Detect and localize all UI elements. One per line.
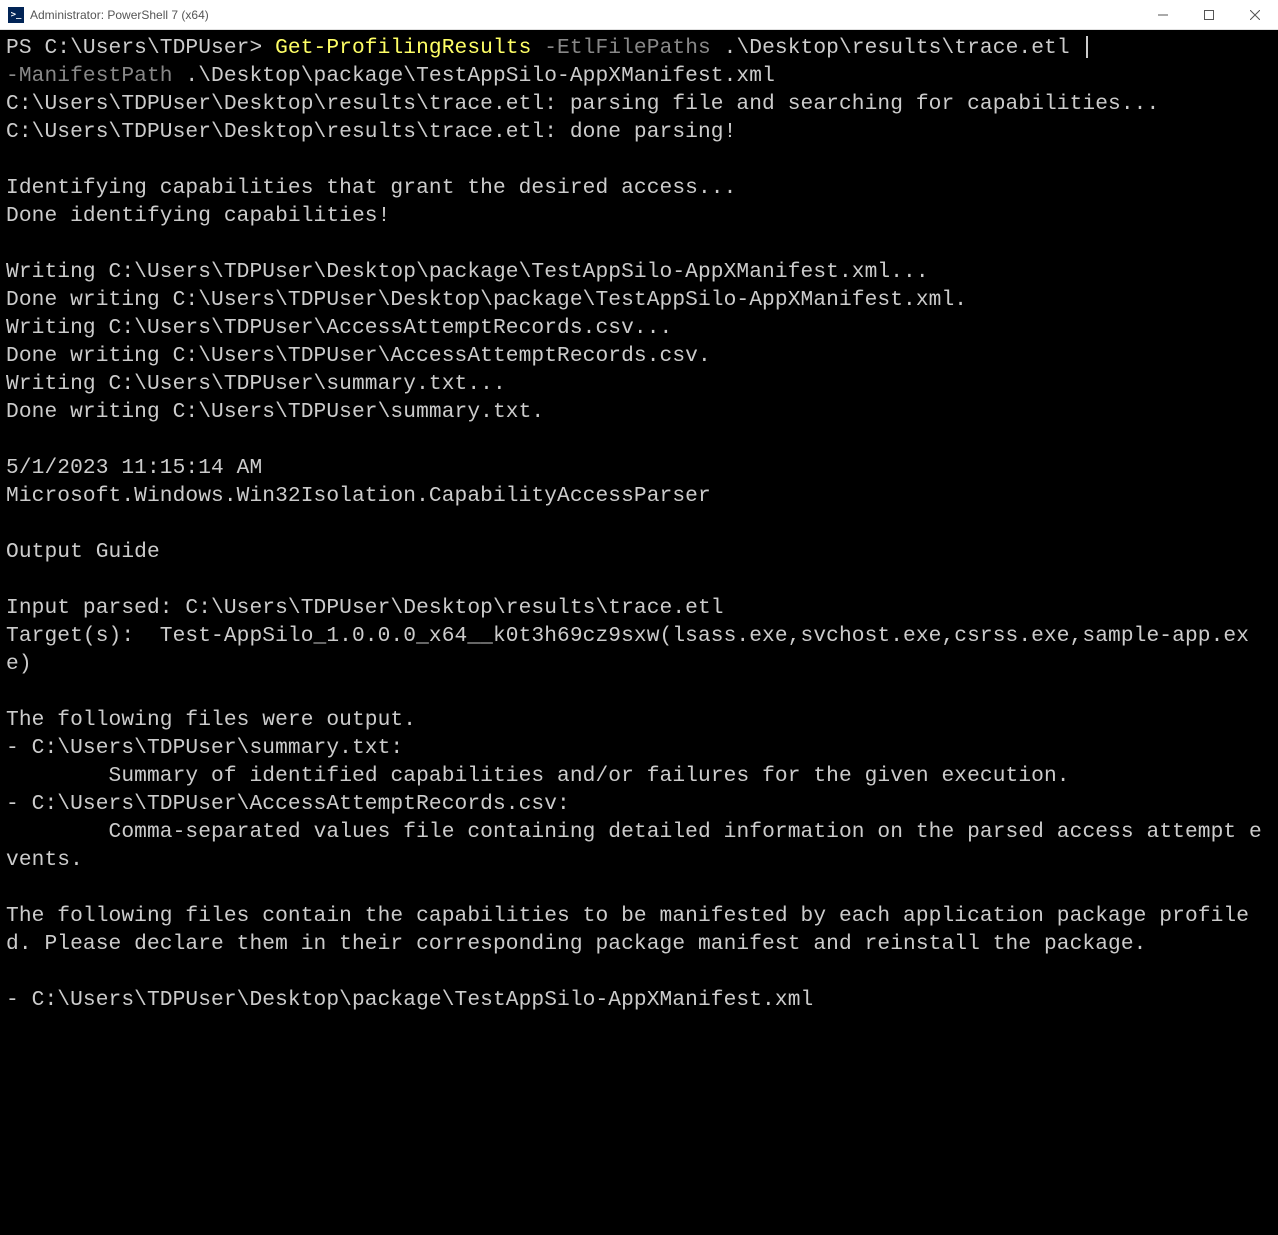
titlebar[interactable]: >_ Administrator: PowerShell 7 (x64) bbox=[0, 0, 1278, 30]
sep bbox=[531, 36, 544, 60]
param-etlfilepaths: -EtlFilePaths bbox=[544, 36, 711, 60]
window-controls bbox=[1140, 0, 1278, 29]
terminal-window: >_ Administrator: PowerShell 7 (x64) PS … bbox=[0, 0, 1278, 1235]
terminal-output[interactable]: PS C:\Users\TDPUser> Get-ProfilingResult… bbox=[0, 30, 1278, 1235]
cmdlet-name: Get-ProfilingResults bbox=[275, 36, 531, 60]
close-button[interactable] bbox=[1232, 0, 1278, 29]
param-manifestpath: -ManifestPath bbox=[6, 64, 173, 88]
arg-etlfilepaths: .\Desktop\results\trace.etl bbox=[711, 36, 1083, 60]
prompt-text: PS C:\Users\TDPUser> bbox=[6, 36, 275, 60]
cursor bbox=[1086, 36, 1088, 58]
minimize-button[interactable] bbox=[1140, 0, 1186, 29]
maximize-button[interactable] bbox=[1186, 0, 1232, 29]
app-icon: >_ bbox=[8, 7, 24, 23]
arg-manifestpath: .\Desktop\package\TestAppSilo-AppXManife… bbox=[173, 64, 775, 88]
command-output: C:\Users\TDPUser\Desktop\results\trace.e… bbox=[6, 92, 1262, 1012]
window-title: Administrator: PowerShell 7 (x64) bbox=[30, 8, 1140, 22]
